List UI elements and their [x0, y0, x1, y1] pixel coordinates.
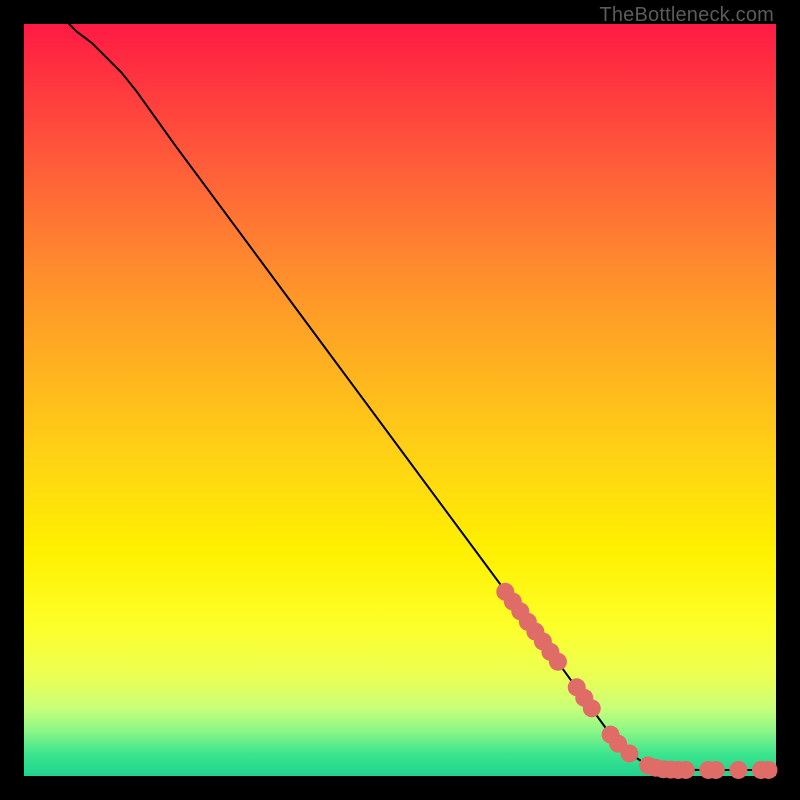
bottleneck-curve — [69, 24, 776, 770]
chart-frame: TheBottleneck.com — [0, 0, 800, 800]
data-marker — [583, 699, 601, 717]
data-marker — [620, 744, 638, 762]
data-marker — [729, 761, 747, 779]
data-marker — [759, 761, 777, 779]
data-markers — [496, 583, 777, 779]
chart-svg — [24, 24, 776, 776]
data-marker — [707, 761, 725, 779]
data-marker — [677, 761, 695, 779]
data-marker — [549, 653, 567, 671]
